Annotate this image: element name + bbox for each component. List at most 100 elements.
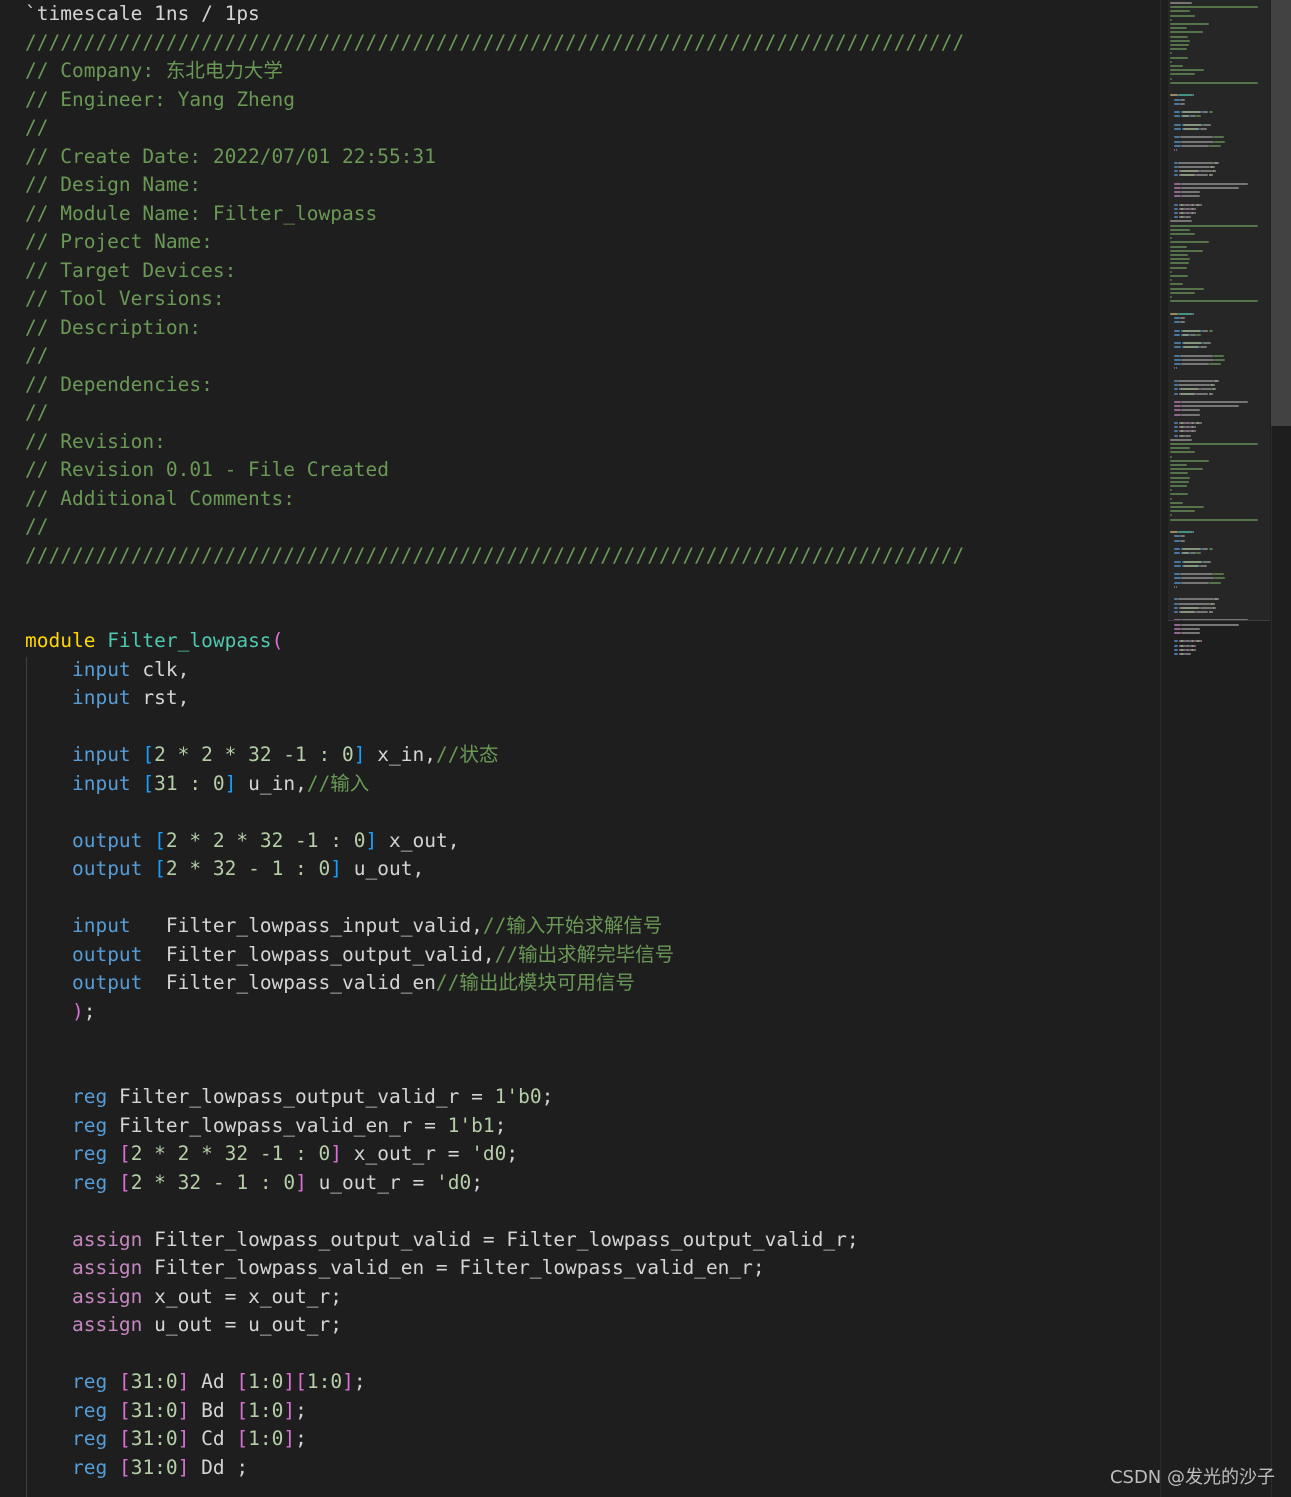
code-token: assign [71,1313,143,1336]
code-line[interactable]: output [2 * 2 * 32 -1 : 0] x_out, [25,827,964,856]
code-token: // Company: 东北电力大学 [25,59,283,82]
code-token: ] [295,1170,307,1194]
code-line[interactable]: // Company: 东北电力大学 [25,57,964,86]
code-token: ////////////////////////////////////////… [25,30,965,54]
code-line[interactable] [25,570,964,599]
scrollbar-thumb[interactable] [1271,0,1291,426]
code-line[interactable]: // Description: [25,314,964,343]
code-token: reg [71,1427,108,1450]
code-line[interactable]: ////////////////////////////////////////… [25,542,964,571]
code-token: [ [118,1398,131,1422]
code-line[interactable]: input [2 * 2 * 32 -1 : 0] x_in,//状态 [25,741,964,770]
code-line[interactable]: // Engineer: Yang Zheng [25,86,964,115]
code-line[interactable]: // [25,513,964,542]
code-token: 31:0 [130,1370,178,1393]
code-line[interactable]: assign x_out = x_out_r; [25,1283,964,1312]
code-token: [ [236,1398,249,1422]
code-line[interactable] [25,1197,964,1226]
code-token: ; [295,1398,307,1422]
code-line[interactable]: // Target Devices: [25,257,964,286]
code-token: //状态 [435,743,499,766]
minimap-line [1174,627,1181,630]
code-line[interactable]: output Filter_lowpass_valid_en//输出此模块可用信… [25,969,964,998]
code-token: 'd0 [471,1142,507,1165]
code-line[interactable]: // [25,342,964,371]
code-token: // Engineer: Yang Zheng [25,87,296,111]
code-line[interactable]: input Filter_lowpass_input_valid,//输入开始求… [25,912,964,941]
code-line[interactable]: assign Filter_lowpass_valid_en = Filter_… [25,1254,964,1283]
code-line[interactable]: reg [31:0] Dd ; [25,1454,964,1483]
code-token: // Description: [25,315,202,339]
code-line[interactable]: reg Filter_lowpass_output_valid_r = 1'b0… [25,1083,964,1112]
code-line[interactable]: input clk, [25,656,964,685]
code-line[interactable]: // Module Name: Filter_lowpass [25,200,964,229]
code-token: input [71,743,131,766]
code-line[interactable]: // Project Name: [25,228,964,257]
code-token: 2 * 32 - 1 : 0 [130,1170,296,1194]
code-line[interactable] [25,798,964,827]
code-line[interactable]: // [25,114,964,143]
code-token: reg [71,1085,108,1108]
code-line[interactable]: reg [31:0] Cd [1:0]; [25,1425,964,1454]
code-token: // Create Date: 2022/07/01 22:55:31 [25,144,436,168]
code-line[interactable]: // Design Name: [25,171,964,200]
minimap-line [1174,644,1178,647]
code-line[interactable]: reg [2 * 32 - 1 : 0] u_out_r = 'd0; [25,1169,964,1198]
code-line[interactable]: reg [31:0] Bd [1:0]; [25,1397,964,1426]
code-line[interactable]: // Tool Versions: [25,285,964,314]
code-line[interactable]: // Additional Comments: [25,485,964,514]
code-line[interactable]: output Filter_lowpass_output_valid,//输出求… [25,941,964,970]
code-token: ] [330,1142,343,1165]
code-token: x_out, [377,828,460,852]
code-token: [ [118,1142,131,1165]
code-line[interactable]: assign Filter_lowpass_output_valid = Fil… [25,1226,964,1255]
code-line[interactable] [25,1055,964,1084]
code-line[interactable] [25,1340,964,1369]
code-line[interactable]: `timescale 1ns / 1ps [25,0,964,29]
code-line[interactable]: module Filter_lowpass( [25,627,964,656]
code-line[interactable]: ////////////////////////////////////////… [25,29,964,58]
code-line[interactable] [25,1026,964,1055]
code-token: assign [71,1256,143,1279]
code-token: ; [541,1085,554,1108]
code-line[interactable]: assign u_out = u_out_r; [25,1311,964,1340]
code-token: Filter_lowpass [107,629,272,652]
code-token: module [25,629,108,652]
code-token: ] [353,743,366,766]
minimap-viewport-slider[interactable] [1168,0,1270,621]
code-line[interactable]: reg Filter_lowpass_valid_en_r = 1'b1; [25,1112,964,1141]
code-line[interactable]: reg [2 * 2 * 32 -1 : 0] x_out_r = 'd0; [25,1140,964,1169]
code-line[interactable]: ); [25,998,964,1027]
code-line[interactable]: // Dependencies: [25,371,964,400]
code-line[interactable]: input rst, [25,684,964,713]
code-line[interactable]: output [2 * 32 - 1 : 0] u_out, [25,855,964,884]
code-token: Cd [189,1427,237,1450]
code-line[interactable] [25,599,964,628]
minimap-line [1174,653,1178,655]
code-line[interactable]: // [25,399,964,428]
code-token: // [25,515,49,538]
code-token: ; [83,999,96,1023]
code-line[interactable]: reg [31:0] Ad [1:0][1:0]; [25,1368,964,1397]
code-token: // Design Name: [25,173,202,196]
code-editor[interactable]: `timescale 1ns / 1ps////////////////////… [0,0,1160,1497]
code-token: 1'b1 [447,1113,495,1137]
code-token: x_out = x_out_r; [142,1284,343,1308]
minimap-line [1181,627,1200,630]
code-line[interactable]: // Revision 0.01 - File Created [25,456,964,485]
code-line[interactable] [25,713,964,742]
code-token: //输入开始求解信号 [482,914,663,937]
code-line[interactable] [25,884,964,913]
code-line[interactable]: // Revision: [25,428,964,457]
code-line[interactable]: input [31 : 0] u_in,//输入 [25,770,964,799]
code-token: u_in, [236,771,307,795]
code-token: 2 * 2 * 32 -1 : 0 [154,743,354,766]
minimap-line [1181,623,1240,626]
code-line[interactable]: // Create Date: 2022/07/01 22:55:31 [25,143,964,172]
